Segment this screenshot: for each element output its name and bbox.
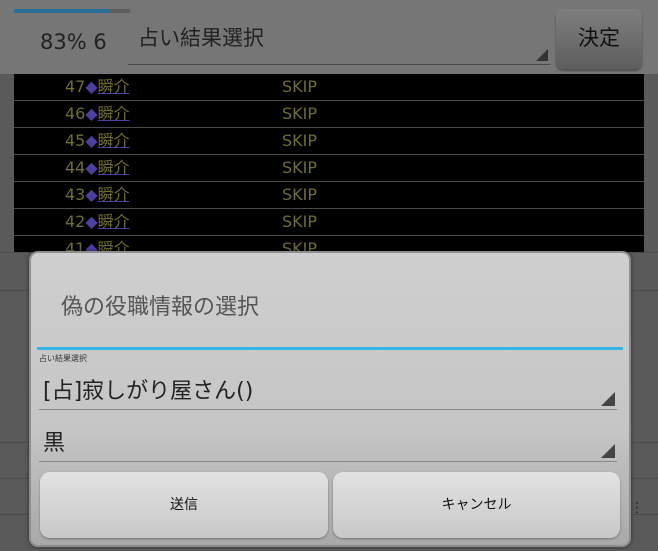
title-divider [37,347,623,350]
player-name-link[interactable]: 瞬介 [98,212,130,231]
log-number: 42 [65,212,86,231]
diamond-icon: ◆ [85,131,98,150]
log-number: 46 [65,104,86,123]
log-action: SKIP [282,212,318,231]
fortune-result-select-label: 占い結果選択 [138,26,264,50]
log-entry: 42◆瞬介 [65,209,130,234]
log-action: SKIP [282,185,318,204]
result-select[interactable]: 黒 [39,417,617,462]
log-entry: 41◆瞬介 [65,236,130,252]
log-row: 41◆瞬介 SKIP [14,236,644,252]
log-action: SKIP [282,239,318,252]
log-entry: 43◆瞬介 [65,182,130,207]
top-bar: 83% 6 占い結果選択 決定 [0,0,658,74]
log-row: 44◆瞬介 SKIP [14,155,644,182]
decide-button[interactable]: 決定 [556,9,642,69]
log-row: 43◆瞬介 SKIP [14,182,644,209]
log-number: 44 [65,158,86,177]
log-action: SKIP [282,131,318,150]
overflow-menu-icon[interactable]: ⋮ [630,500,644,516]
log-entry: 47◆瞬介 [65,74,130,99]
result-select-value: 黒 [43,431,66,456]
field-label: 占い結果選択 [39,354,87,363]
player-name-link[interactable]: 瞬介 [98,77,130,96]
send-button[interactable]: 送信 [40,472,328,538]
diamond-icon: ◆ [85,158,98,177]
log-entry: 46◆瞬介 [65,101,130,126]
log-action: SKIP [282,77,318,96]
player-name-link[interactable]: 瞬介 [98,185,130,204]
log-row: 47◆瞬介 SKIP [14,74,644,101]
log-row: 46◆瞬介 SKIP [14,101,644,128]
log-number: 45 [65,131,86,150]
target-select[interactable]: [占]寂しがり屋さん() [39,365,617,410]
fake-role-dialog: 偽の役職情報の選択 占い結果選択 [占]寂しがり屋さん() 黒 送信 キャンセル [29,251,631,547]
player-name-link[interactable]: 瞬介 [98,131,130,150]
log-entry: 44◆瞬介 [65,155,130,180]
progress-fill [14,9,111,13]
log-row: 42◆瞬介 SKIP [14,209,644,236]
player-name-link[interactable]: 瞬介 [98,104,130,123]
fortune-result-select[interactable]: 占い結果選択 [128,18,550,65]
dialog-title: 偽の役職情報の選択 [61,295,260,320]
target-select-value: [占]寂しがり屋さん() [43,379,254,404]
log-action: SKIP [282,158,318,177]
dropdown-arrow-icon [536,49,548,61]
log-row: 45◆瞬介 SKIP [14,128,644,155]
log-number: 47 [65,77,86,96]
cancel-button[interactable]: キャンセル [333,472,620,538]
game-log-list[interactable]: 47◆瞬介 SKIP 46◆瞬介 SKIP 45◆瞬介 SKIP 44◆瞬介 SKIP 43◆瞬… [14,74,644,252]
log-entry: 45◆瞬介 [65,128,130,153]
diamond-icon: ◆ [85,212,98,231]
diamond-icon: ◆ [85,185,98,204]
log-action: SKIP [282,104,318,123]
dropdown-arrow-icon [601,444,615,458]
progress-text: 83% 6 [40,30,107,54]
progress-bar [14,9,130,13]
dropdown-arrow-icon [601,392,615,406]
diamond-icon: ◆ [85,104,98,123]
player-name-link[interactable]: 瞬介 [98,158,130,177]
diamond-icon: ◆ [85,77,98,96]
log-number: 43 [65,185,86,204]
